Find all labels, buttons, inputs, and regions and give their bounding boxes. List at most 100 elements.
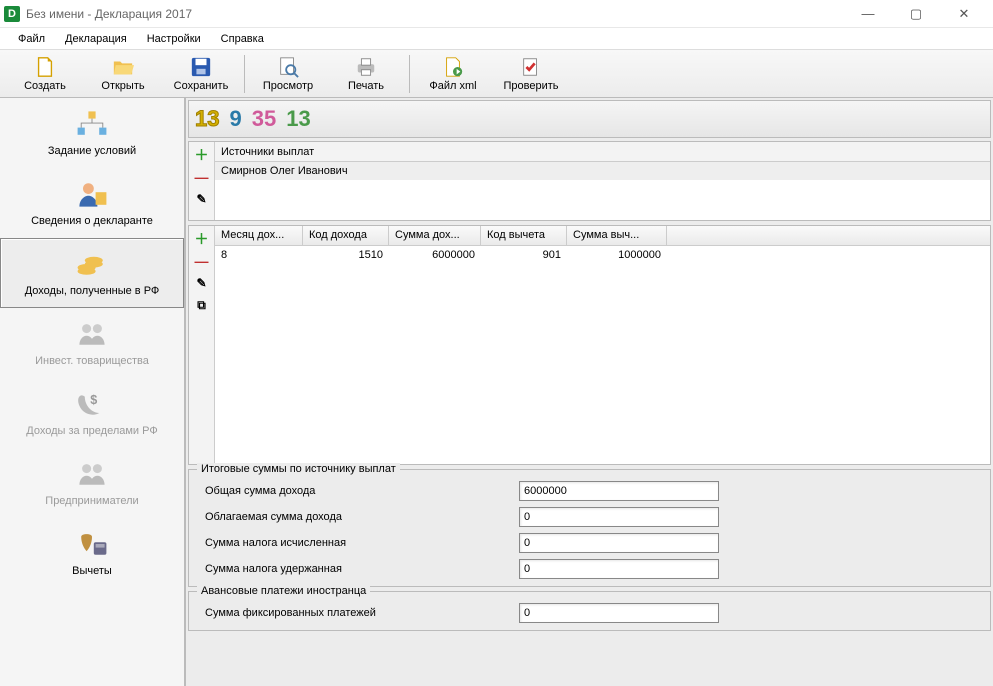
menu-settings[interactable]: Настройки (139, 31, 209, 47)
records-buttons: ＋ — ✎ ⧉ (189, 226, 215, 464)
print-button[interactable]: Печать (327, 52, 405, 96)
create-button[interactable]: Создать (6, 52, 84, 96)
entrepreneurs-label: Предприниматели (45, 495, 138, 507)
close-button[interactable]: ✕ (949, 4, 979, 24)
preview-icon (277, 56, 299, 78)
record-edit-button[interactable]: ✎ (193, 274, 211, 292)
save-button[interactable]: Сохранить (162, 52, 240, 96)
titlebar: D Без имени - Декларация 2017 — ▢ ✕ (0, 0, 993, 28)
toolbar-separator (244, 55, 245, 93)
entrepreneurs-icon (74, 459, 110, 489)
source-row[interactable]: Смирнов Олег Иванович (215, 162, 990, 180)
fixed-payments-input[interactable] (519, 603, 719, 623)
open-button[interactable]: Открыть (84, 52, 162, 96)
app-icon: D (4, 6, 20, 22)
create-label: Создать (24, 80, 66, 92)
tax-calculated-row: Сумма налога исчисленная (199, 530, 980, 556)
declarant-label: Сведения о декларанте (31, 215, 153, 227)
open-label: Открыть (101, 80, 144, 92)
total-income-row: Общая сумма дохода (199, 478, 980, 504)
sidebar: Задание условий Сведения о декларанте До… (0, 98, 186, 686)
totals-group: Итоговые суммы по источнику выплат Общая… (188, 469, 991, 587)
totals-title: Итоговые суммы по источнику выплат (197, 463, 400, 475)
income-rf-label: Доходы, полученные в РФ (25, 285, 160, 297)
invest-label: Инвест. товарищества (35, 355, 149, 367)
preview-button[interactable]: Просмотр (249, 52, 327, 96)
source-delete-button[interactable]: — (193, 168, 211, 186)
preview-label: Просмотр (263, 80, 313, 92)
sidebar-item-entrepreneurs[interactable]: Предприниматели (0, 448, 184, 518)
sources-panel: ＋ — ✎ Источники выплат Смирнов Олег Иван… (188, 141, 991, 221)
record-row[interactable]: 8 1510 6000000 901 1000000 (215, 246, 990, 264)
advance-group: Авансовые платежи иностранца Сумма фикси… (188, 591, 991, 631)
tax-withheld-input[interactable] (519, 559, 719, 579)
sidebar-item-deductions[interactable]: Вычеты (0, 518, 184, 588)
sidebar-item-conditions[interactable]: Задание условий (0, 98, 184, 168)
rate-tab-35[interactable]: 35 (252, 106, 276, 132)
records-header: Месяц дох... Код дохода Сумма дох... Код… (215, 226, 990, 246)
xml-label: Файл xml (429, 80, 476, 92)
taxable-income-row: Облагаемая сумма дохода (199, 504, 980, 530)
taxable-income-input[interactable] (519, 507, 719, 527)
sidebar-item-income-abroad[interactable]: $ Доходы за пределами РФ (0, 378, 184, 448)
menu-file[interactable]: Файл (10, 31, 53, 47)
tax-calculated-input[interactable] (519, 533, 719, 553)
tax-withheld-label: Сумма налога удержанная (199, 563, 519, 575)
sidebar-item-declarant[interactable]: Сведения о декларанте (0, 168, 184, 238)
record-delete-button[interactable]: — (193, 252, 211, 270)
deductions-label: Вычеты (72, 565, 112, 577)
maximize-button[interactable]: ▢ (901, 4, 931, 24)
rate-tab-9[interactable]: 9 (229, 106, 241, 132)
sidebar-item-invest[interactable]: Инвест. товарищества (0, 308, 184, 378)
toolbar-separator (409, 55, 410, 93)
source-edit-button[interactable]: ✎ (193, 190, 211, 208)
advance-title: Авансовые платежи иностранца (197, 585, 370, 597)
deductions-icon (74, 529, 110, 559)
col-sum[interactable]: Сумма дох... (389, 226, 481, 245)
total-income-label: Общая сумма дохода (199, 485, 519, 497)
col-code[interactable]: Код дохода (303, 226, 389, 245)
fixed-payments-row: Сумма фиксированных платежей (199, 600, 980, 626)
record-add-button[interactable]: ＋ (193, 230, 211, 248)
total-income-input[interactable] (519, 481, 719, 501)
tax-rate-tabs: 13 9 35 13 (188, 100, 991, 138)
source-add-button[interactable]: ＋ (193, 146, 211, 164)
records-panel: ＋ — ✎ ⧉ Месяц дох... Код дохода Сумма до… (188, 225, 991, 465)
sources-body: Источники выплат Смирнов Олег Иванович (215, 142, 990, 220)
minimize-button[interactable]: — (853, 4, 883, 24)
window-controls: — ▢ ✕ (853, 4, 989, 24)
sidebar-item-income-rf[interactable]: Доходы, полученные в РФ (0, 238, 184, 308)
cell-code: 1510 (303, 246, 389, 264)
records-body: Месяц дох... Код дохода Сумма дох... Код… (215, 226, 990, 464)
col-vsum[interactable]: Сумма выч... (567, 226, 667, 245)
folder-open-icon (112, 56, 134, 78)
declarant-icon (74, 179, 110, 209)
abroad-label: Доходы за пределами РФ (26, 425, 157, 437)
xml-button[interactable]: Файл xml (414, 52, 492, 96)
col-vcode[interactable]: Код вычета (481, 226, 567, 245)
xml-file-icon (442, 56, 464, 78)
check-icon (520, 56, 542, 78)
rate-tab-13-green[interactable]: 13 (286, 106, 310, 132)
content: Задание условий Сведения о декларанте До… (0, 98, 993, 686)
main-area: 13 9 35 13 ＋ — ✎ Источники выплат Смирно… (186, 98, 993, 686)
rate-tab-13-yellow[interactable]: 13 (195, 106, 219, 132)
taxable-income-label: Облагаемая сумма дохода (199, 511, 519, 523)
income-rf-icon (74, 249, 110, 279)
save-label: Сохранить (174, 80, 229, 92)
invest-icon (74, 319, 110, 349)
fixed-payments-label: Сумма фиксированных платежей (199, 607, 519, 619)
menu-declaration[interactable]: Декларация (57, 31, 135, 47)
col-month[interactable]: Месяц дох... (215, 226, 303, 245)
svg-text:$: $ (90, 393, 97, 407)
menu-help[interactable]: Справка (213, 31, 272, 47)
record-copy-button[interactable]: ⧉ (193, 296, 211, 314)
cell-vcode: 901 (481, 246, 567, 264)
check-button[interactable]: Проверить (492, 52, 570, 96)
toolbar: Создать Открыть Сохранить Просмотр Печат… (0, 50, 993, 98)
cell-month: 8 (215, 246, 303, 264)
sources-header: Источники выплат (215, 142, 990, 162)
print-icon (355, 56, 377, 78)
file-new-icon (34, 56, 56, 78)
save-icon (190, 56, 212, 78)
